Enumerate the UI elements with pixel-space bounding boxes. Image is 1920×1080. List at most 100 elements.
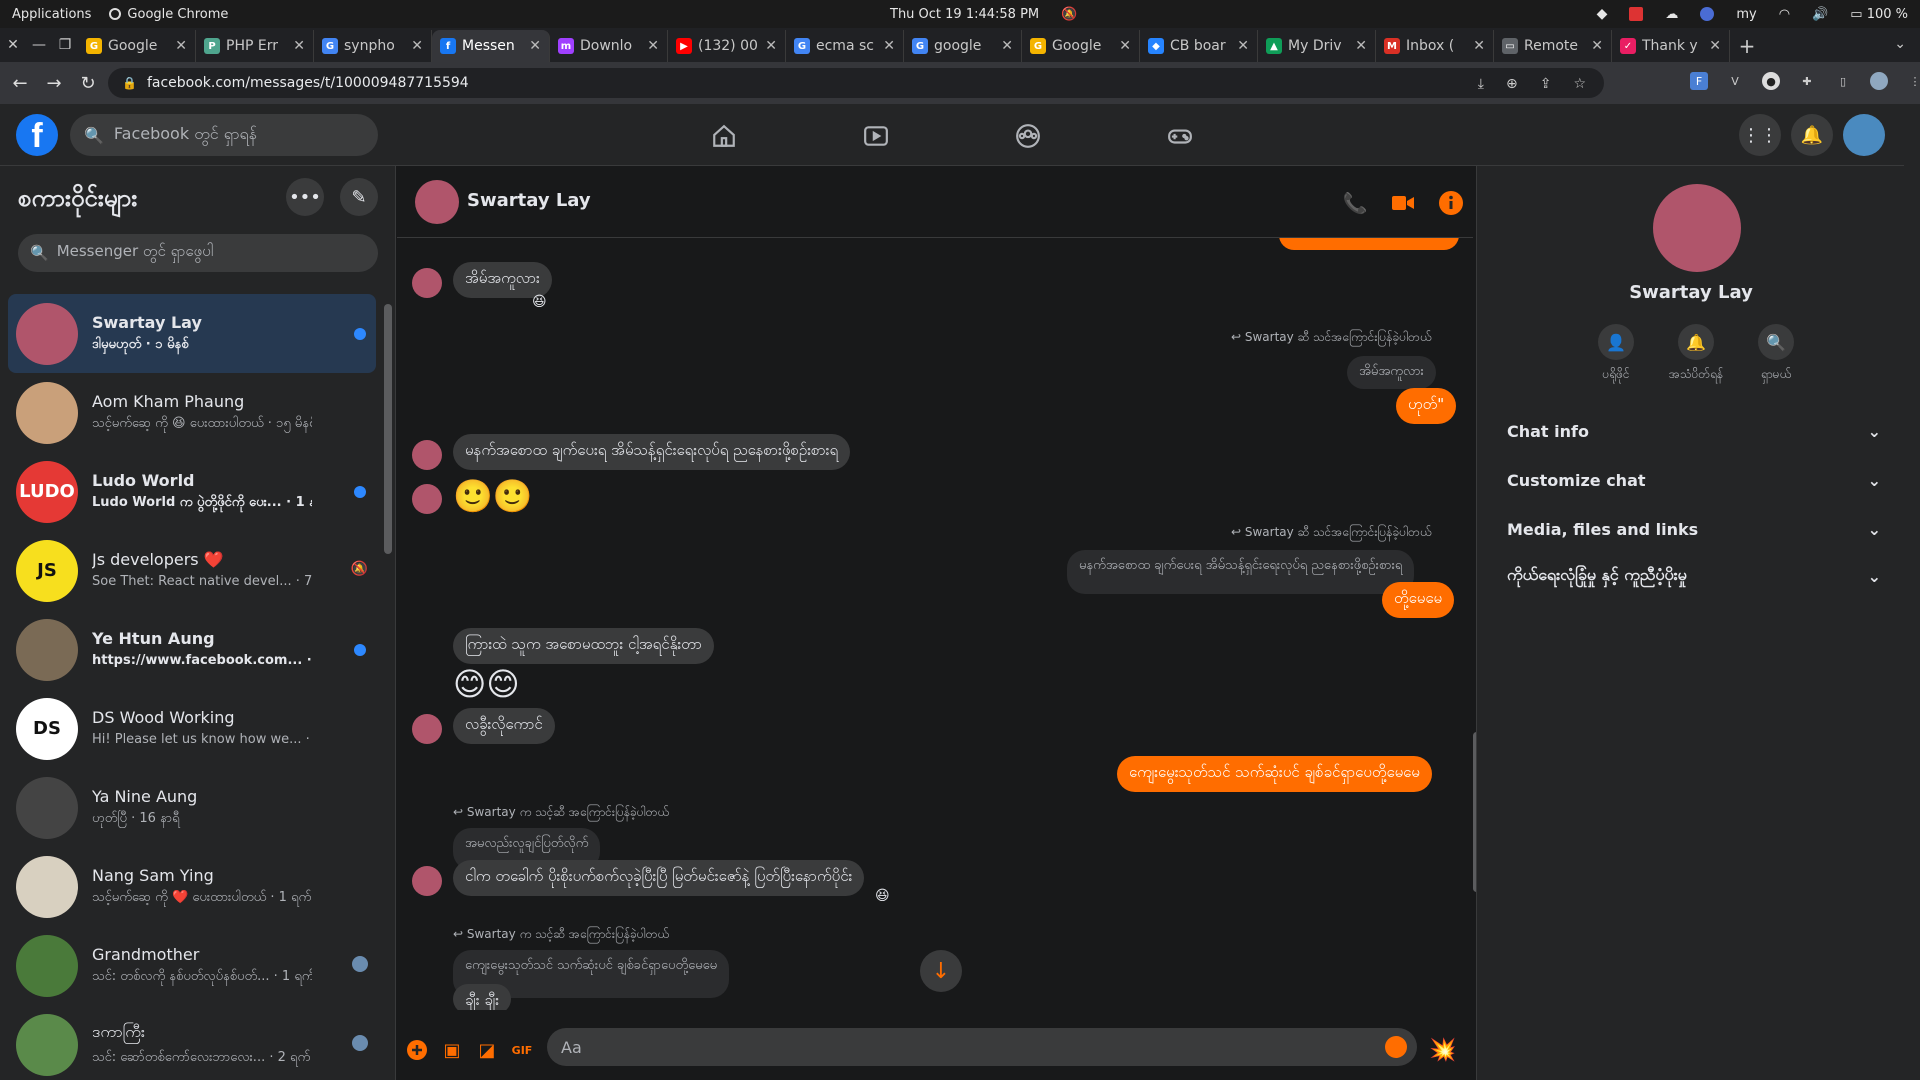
contact-name[interactable]: Swartay Lay (467, 190, 591, 211)
home-icon[interactable] (708, 120, 740, 152)
message-input[interactable]: Aa (547, 1028, 1417, 1066)
browser-tab[interactable]: G Google ✕ (78, 30, 196, 62)
tray-app-icon-2[interactable] (1700, 7, 1715, 21)
attach-photo-icon[interactable]: ▣ (440, 1038, 464, 1062)
browser-tab[interactable]: M Inbox (✕ (1376, 30, 1494, 62)
browser-tab[interactable]: ▭ Remote ✕ (1494, 30, 1612, 62)
install-icon[interactable]: ⤓ (1478, 76, 1484, 92)
tab-close-icon[interactable]: ✕ (1709, 38, 1721, 54)
message-bubble-incoming[interactable]: အိမ်အကူလား (453, 262, 552, 298)
page-scrollbar[interactable] (1904, 104, 1920, 1080)
profile-avatar[interactable] (1870, 72, 1888, 90)
browser-tab[interactable]: m Downlo ✕ (550, 30, 668, 62)
sticker-icon[interactable]: ◪ (475, 1038, 499, 1062)
tab-close-icon[interactable]: ✕ (1119, 38, 1131, 54)
window-close-icon[interactable]: ✕ (0, 28, 26, 62)
contact-profile-avatar[interactable] (1653, 184, 1741, 272)
quoted-message[interactable]: မနက်အစောထ ချက်ပေးရ အိမ်သန့်ရှင်းရေးလုပ်ရ… (1067, 550, 1415, 594)
new-tab-button[interactable]: + (1730, 30, 1764, 62)
cloud-icon[interactable]: ☁ (1665, 7, 1678, 22)
conversation-list-item[interactable]: DS DS Wood Working Hi! Please let us know … (8, 689, 376, 768)
conversation-list-item[interactable]: JS Js developers ❤️ Soe Thet: React native… (8, 531, 376, 610)
tab-close-icon[interactable]: ✕ (529, 38, 541, 54)
browser-tab[interactable]: ✓ Thank y ✕ (1612, 30, 1730, 62)
more-options-icon[interactable]: ••• (286, 178, 324, 216)
keyboard-layout[interactable]: my (1736, 7, 1756, 22)
tab-close-icon[interactable]: ✕ (1001, 38, 1013, 54)
browser-tab[interactable]: ▲ My Driv ✕ (1258, 30, 1376, 62)
message-bubble-outgoing[interactable]: တို့မေမေ (1382, 582, 1455, 618)
zoom-icon[interactable]: ⊕ (1506, 76, 1518, 92)
extensions-puzzle-icon[interactable]: ✚ (1798, 72, 1816, 90)
message-bubble-incoming[interactable]: ငါက တခေါက် ပိုးစိုးပက်စက်လုခဲ့ပြီးပြီ မြ… (453, 860, 865, 896)
forward-icon[interactable]: → (40, 69, 68, 97)
profile-button[interactable]: 👤 ပရိုဖိုင် (1571, 324, 1661, 384)
tab-close-icon[interactable]: ✕ (293, 38, 305, 54)
quick-reaction-icon[interactable]: 💥 (1429, 1038, 1456, 1063)
browser-tab[interactable]: P PHP Err ✕ (196, 30, 314, 62)
bookmark-star-icon[interactable]: ☆ (1573, 76, 1586, 92)
account-avatar[interactable] (1843, 114, 1885, 156)
extension-icon-1[interactable]: F (1690, 72, 1708, 90)
wifi-icon[interactable]: ◠ (1779, 7, 1790, 22)
tab-close-icon[interactable]: ✕ (1355, 38, 1367, 54)
message-bubble-incoming[interactable]: လခွီးလိုကောင် (453, 708, 555, 744)
message-bubble-incoming[interactable]: ချီး ချီး (453, 984, 512, 1010)
browser-tab[interactable]: ▶ (132) 00 ✕ (668, 30, 786, 62)
message-bubble-outgoing[interactable]: ကျေးမွေးသုတ်သင် သက်ဆုံးပင် ချစ်ခင်ရှာပေတ… (1117, 756, 1432, 792)
battery-indicator[interactable]: ▭ 100 % (1850, 7, 1908, 22)
customize-chat-section[interactable]: Customize chat ⌄ (1507, 460, 1881, 500)
mute-button[interactable]: 🔔 အသံပိတ်ရန် (1651, 324, 1741, 384)
conversation-list-item[interactable]: Aom Kham Phaung သင့်မက်ဆေ့ ကို 😆 ပေးထားပါ… (8, 373, 376, 452)
privacy-support-section[interactable]: ကိုယ်ရေးလုံခြုံမှု နှင့် ကူညီပံ့ပိုးမှု ⌄ (1507, 556, 1881, 596)
browser-tab[interactable]: f Messen ✕ (432, 30, 550, 62)
media-files-links-section[interactable]: Media, files and links ⌄ (1507, 509, 1881, 549)
notifications-bell-icon[interactable]: 🔔 (1791, 114, 1833, 156)
chat-info-section[interactable]: Chat info ⌄ (1507, 411, 1881, 451)
window-restore-icon[interactable]: ❐ (52, 28, 78, 62)
share-icon[interactable]: ⇪ (1540, 76, 1552, 92)
conversation-list-item[interactable]: Ya Nine Aung ဟုတ်ပြီ · 16 နာရီ (8, 768, 376, 847)
address-bar[interactable]: 🔒 facebook.com/messages/t/10000948771559… (108, 68, 1604, 98)
chrome-menu-icon[interactable]: ⋮ (1906, 72, 1920, 90)
message-bubble-outgoing-partial[interactable] (1279, 238, 1459, 250)
conversation-list-item[interactable]: Nang Sam Ying သင့်မက်ဆေ့ ကို ❤️ ပေးထားပါတ… (8, 847, 376, 926)
tab-close-icon[interactable]: ✕ (1473, 38, 1485, 54)
messenger-search-input[interactable]: 🔍 Messenger တွင် ရှာဖွေပါ (18, 234, 378, 272)
reaction-laugh-icon[interactable]: 😆 (875, 888, 890, 904)
message-bubble-outgoing[interactable]: ဟုတ်" (1396, 388, 1457, 424)
phone-call-icon[interactable]: 📞 (1342, 190, 1368, 216)
tab-close-icon[interactable]: ✕ (1237, 38, 1249, 54)
scroll-to-bottom-icon[interactable]: ↓ (920, 950, 962, 992)
emoji-picker-icon[interactable] (1385, 1036, 1407, 1058)
extension-icon-2[interactable]: V (1726, 72, 1744, 90)
browser-tab[interactable]: ◆ CB boar ✕ (1140, 30, 1258, 62)
reload-icon[interactable]: ↻ (74, 69, 102, 97)
reaction-laugh-icon[interactable]: 😆 (532, 294, 547, 310)
browser-tab[interactable]: Gecma sc ✕ (786, 30, 904, 62)
video-icon[interactable] (860, 120, 892, 152)
site-info-icon[interactable]: 🔒 (122, 76, 137, 90)
message-bubble-incoming[interactable]: မနက်အစောထ ချက်ပေးရ အိမ်သန့်ရှင်းရေးလုပ်ရ… (453, 434, 851, 470)
tab-close-icon[interactable]: ✕ (411, 38, 423, 54)
tab-close-icon[interactable]: ✕ (765, 38, 777, 54)
message-bubble-incoming[interactable]: ကြားထဲ သူက အစောမထဘူး ငါ့အရင်နိုးတာ (453, 628, 714, 664)
search-in-conversation-button[interactable]: 🔍 ရှာမယ် (1731, 324, 1821, 384)
emoji-message[interactable]: 🙂🙂 (453, 480, 533, 512)
add-more-icon[interactable] (405, 1038, 429, 1062)
conversation-list-item[interactable]: Swartay Lay ဒါမှမဟုတ် · ၁ မိနစ် (8, 294, 376, 373)
facebook-search[interactable]: 🔍 Facebook တွင် ရှာရန် (70, 114, 378, 156)
gaming-icon[interactable] (1164, 120, 1196, 152)
tray-app-icon[interactable] (1629, 7, 1644, 21)
browser-tab[interactable]: G Google ✕ (1022, 30, 1140, 62)
browser-tab[interactable]: Gsynpho ✕ (314, 30, 432, 62)
menu-grid-icon[interactable]: ⋮⋮ (1739, 114, 1781, 156)
new-message-icon[interactable]: ✎ (340, 178, 378, 216)
conversation-list-item[interactable]: Ye Htun Aung https://www.facebook.com... … (8, 610, 376, 689)
emoji-message[interactable]: 😊😊 (453, 668, 520, 700)
tab-close-icon[interactable]: ✕ (1591, 38, 1603, 54)
applications-menu[interactable]: Applications (12, 7, 91, 22)
contact-avatar[interactable] (415, 180, 459, 224)
conversation-info-icon[interactable] (1438, 190, 1464, 216)
side-panel-icon[interactable]: ▯ (1834, 72, 1852, 90)
